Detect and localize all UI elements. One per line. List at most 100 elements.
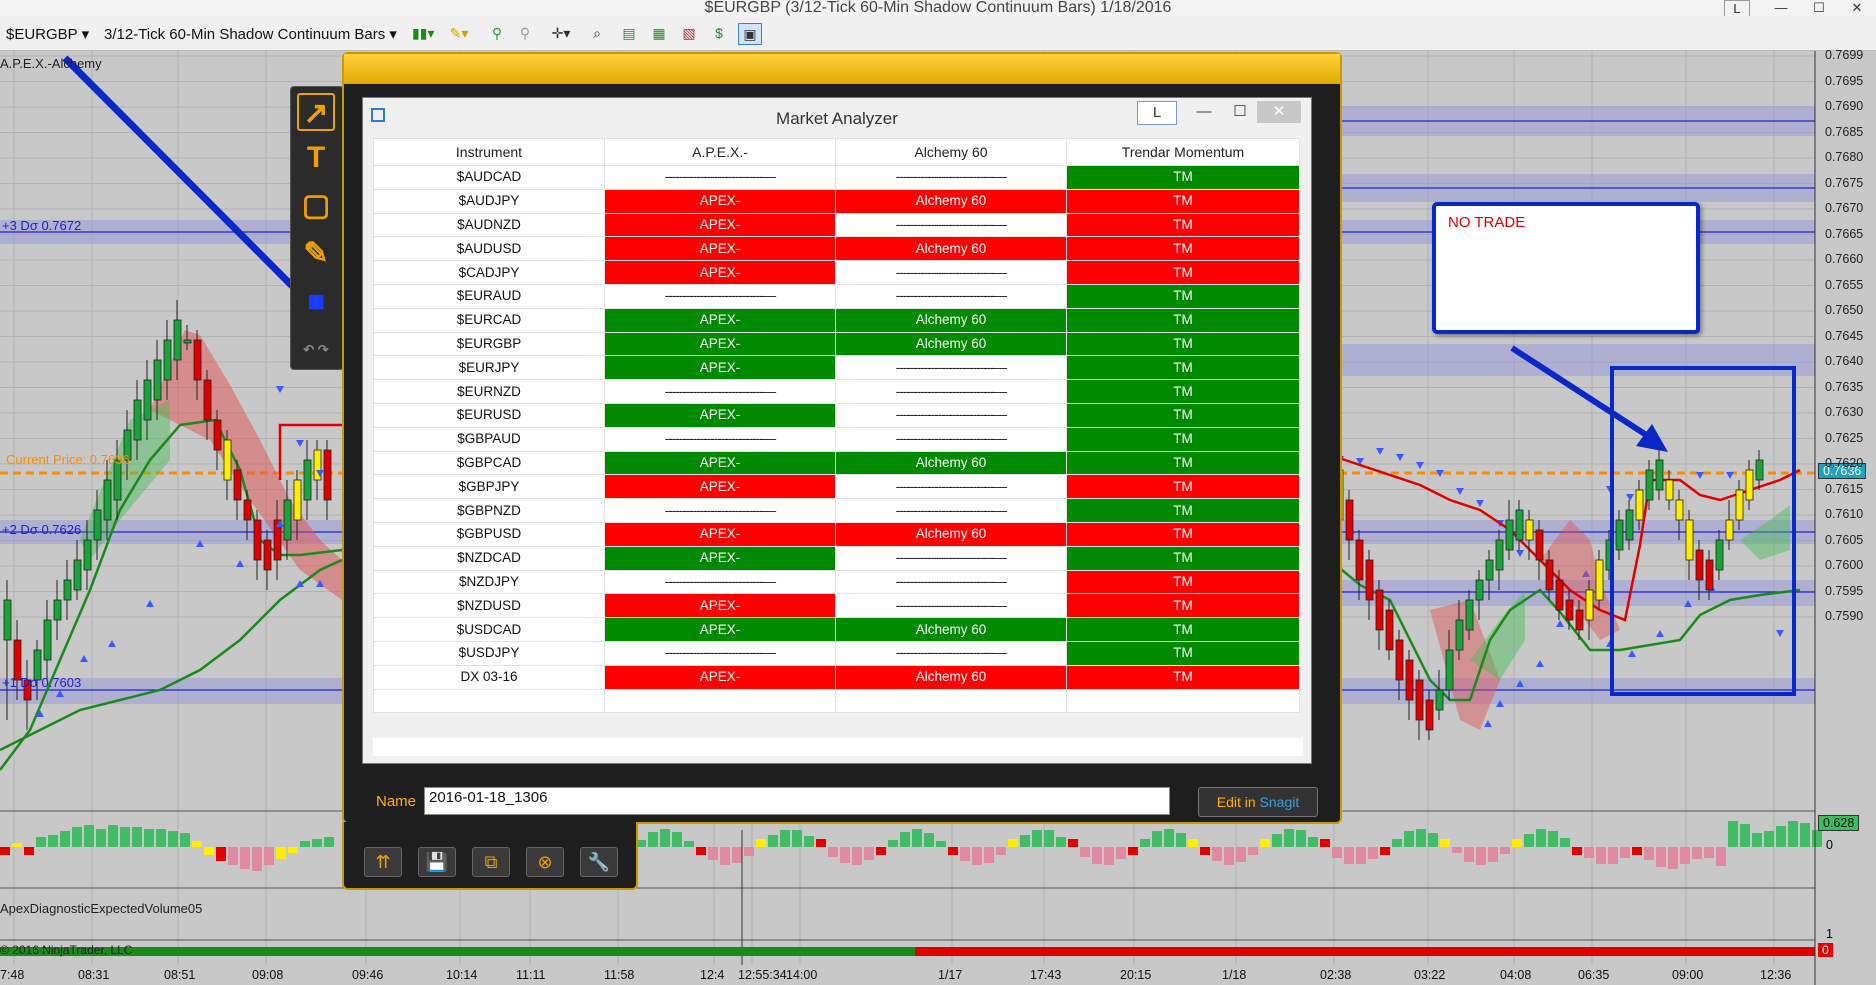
undo-redo-icon[interactable]: ↶ ↷ xyxy=(297,331,335,369)
close-button[interactable]: ✕ xyxy=(1838,0,1876,15)
ma-maximize-button[interactable]: ☐ xyxy=(1221,101,1259,123)
oscillator-bar xyxy=(1200,847,1210,855)
market-analyzer-window: Market Analyzer L — ☐ ✕ Instrument A.P.E.… xyxy=(362,97,1312,764)
ma-l-button[interactable]: L xyxy=(1137,101,1177,125)
oscillator-bar xyxy=(72,827,82,847)
window-title-bar: $EURGBP (3/12-Tick 60-Min Shadow Continu… xyxy=(0,0,1876,16)
shape-tool-icon[interactable]: ▢ xyxy=(297,187,335,225)
zoom-icon[interactable]: ⌕ xyxy=(586,23,608,43)
oscillator-bar xyxy=(1620,847,1630,858)
apex-cell: ----------------------------— xyxy=(604,569,836,595)
instrument-cell: $GBPAUD xyxy=(373,426,605,452)
table-row[interactable]: $GBPUSD APEX- Alchemy 60 TM xyxy=(373,521,1300,547)
chart-style-icon[interactable]: ▮▮▾ xyxy=(412,23,434,43)
name-field[interactable]: 2016-01-18_1306 xyxy=(424,787,1170,815)
table-row[interactable]: $GBPJPY APEX- ----------------------------… xyxy=(373,474,1300,500)
instrument-cell: $CADJPY xyxy=(373,260,605,285)
data-box-icon[interactable]: ▤ xyxy=(618,23,640,43)
oscillator-bar xyxy=(864,847,874,860)
table-row[interactable]: $EURNZD ----------------------------— ----… xyxy=(373,379,1300,404)
instrument-cell: $EURAUD xyxy=(373,283,605,309)
apex-cell: APEX- xyxy=(604,307,836,333)
tools-icon[interactable]: 🔧 xyxy=(580,847,618,877)
copyright-label: © 2016 NinjaTrader, LLC xyxy=(0,943,133,957)
candle xyxy=(323,449,332,501)
table-row[interactable]: $AUDJPY APEX- Alchemy 60 TM xyxy=(373,188,1300,214)
tm-cell: TM xyxy=(1066,283,1300,309)
market-analyzer-window-icon xyxy=(371,108,385,122)
oscillator-bar xyxy=(1320,839,1330,847)
oscillator-bar xyxy=(996,847,1006,855)
maximize-button[interactable]: ☐ xyxy=(1800,0,1838,15)
table-row[interactable]: $AUDUSD APEX- Alchemy 60 TM xyxy=(373,236,1300,262)
ma-close-button[interactable]: ✕ xyxy=(1257,101,1301,123)
highlighter-tool-icon[interactable]: ✎ xyxy=(297,235,335,273)
instrument-cell: $GBPJPY xyxy=(373,474,605,500)
table-row[interactable]: $GBPNZD ----------------------------— ----… xyxy=(373,498,1300,523)
alchemy-cell: ----------------------------— xyxy=(835,283,1067,309)
dollar-icon[interactable]: $ xyxy=(708,23,730,43)
bars-period-selector[interactable]: 3/12-Tick 60-Min Shadow Continuum Bars ▾ xyxy=(104,25,397,43)
oscillator-bar xyxy=(144,829,154,847)
time-axis-label: 09:46 xyxy=(352,968,384,982)
empty-cell xyxy=(373,688,605,714)
column-header[interactable]: Trendar Momentum xyxy=(1066,138,1300,166)
table-row[interactable]: $NZDJPY ----------------------------— ----… xyxy=(373,569,1300,595)
oscillator-bar xyxy=(1728,821,1738,847)
add-indicator-icon[interactable]: ⚲ xyxy=(486,23,508,43)
instrument-cell: $EURUSD xyxy=(373,402,605,428)
apex-cell: APEX- xyxy=(604,545,836,571)
color-swatch-icon[interactable]: ■ xyxy=(297,283,335,321)
ma-minimize-button[interactable]: — xyxy=(1185,101,1223,123)
candle xyxy=(1575,609,1584,631)
table-row[interactable]: $USDJPY ----------------------------— ----… xyxy=(373,640,1300,666)
crosshair-icon[interactable]: ✛▾ xyxy=(550,23,572,43)
tm-cell: TM xyxy=(1066,236,1300,262)
table-row[interactable]: DX 03-16 APEX- Alchemy 60 TM xyxy=(373,664,1300,690)
text-tool-icon[interactable]: T xyxy=(297,139,335,177)
table-row[interactable]: $EURCAD APEX- Alchemy 60 TM xyxy=(373,307,1300,333)
properties-icon[interactable]: ▣ xyxy=(738,23,762,45)
table-row[interactable]: $GBPAUD ----------------------------— ----… xyxy=(373,426,1300,452)
indicators-icon[interactable]: ▦ xyxy=(648,23,670,43)
table-row[interactable]: $EURUSD APEX- ----------------------------… xyxy=(373,402,1300,428)
oscillator-bar xyxy=(912,829,922,847)
time-axis-label: 08:51 xyxy=(164,968,196,982)
table-row[interactable]: $EURJPY APEX- ----------------------------… xyxy=(373,355,1300,381)
table-row[interactable]: $EURGBP APEX- Alchemy 60 TM xyxy=(373,331,1300,357)
oscillator-bar xyxy=(1812,830,1822,847)
oscillator-bar xyxy=(312,839,322,847)
copy-icon[interactable]: ⧉ xyxy=(472,847,510,877)
column-header[interactable]: Instrument xyxy=(373,138,605,166)
arrow-tool-icon[interactable]: ↗ xyxy=(297,93,335,131)
column-header[interactable]: Alchemy 60 xyxy=(835,138,1067,166)
tm-cell: TM xyxy=(1066,569,1300,595)
remove-indicator-icon[interactable]: ⚲ xyxy=(514,23,536,43)
window-l-button[interactable]: L xyxy=(1724,0,1750,17)
highlight-rectangle xyxy=(1610,366,1796,696)
table-row[interactable]: $NZDUSD APEX- ----------------------------… xyxy=(373,593,1300,619)
oscillator-bar xyxy=(120,827,130,847)
pencil-icon[interactable]: ✎▾ xyxy=(448,23,470,43)
table-row[interactable]: $GBPCAD APEX- Alchemy 60 TM xyxy=(373,450,1300,476)
share-icon[interactable]: ⇈ xyxy=(364,847,402,877)
candle xyxy=(1515,509,1524,541)
alchemy-cell: Alchemy 60 xyxy=(835,331,1067,357)
strategies-icon[interactable]: ▧ xyxy=(678,23,700,43)
price-axis-label: 0.7600 xyxy=(1825,558,1864,572)
save-icon[interactable]: 💾 xyxy=(418,847,456,877)
oscillator-bar xyxy=(1080,847,1090,857)
table-row[interactable]: $AUDNZD APEX- ----------------------------… xyxy=(373,212,1300,238)
apex-cell: ----------------------------— xyxy=(604,283,836,309)
table-row[interactable]: $NZDCAD APEX- ----------------------------… xyxy=(373,545,1300,571)
oscillator-bar xyxy=(1788,821,1798,847)
table-row[interactable]: $CADJPY APEX- ----------------------------… xyxy=(373,260,1300,285)
minimize-button[interactable]: — xyxy=(1762,0,1800,15)
instrument-selector[interactable]: $EURGBP ▾ xyxy=(6,25,89,43)
table-row[interactable]: $AUDCAD ----------------------------— ----… xyxy=(373,165,1300,190)
delete-icon[interactable]: ⊗ xyxy=(526,847,564,877)
table-row[interactable]: $EURAUD ----------------------------— ----… xyxy=(373,283,1300,309)
table-row[interactable]: $USDCAD APEX- Alchemy 60 TM xyxy=(373,617,1300,642)
edit-in-snagit-button[interactable]: Edit in Snagit xyxy=(1198,787,1318,817)
column-header[interactable]: A.P.E.X.- xyxy=(604,138,836,166)
